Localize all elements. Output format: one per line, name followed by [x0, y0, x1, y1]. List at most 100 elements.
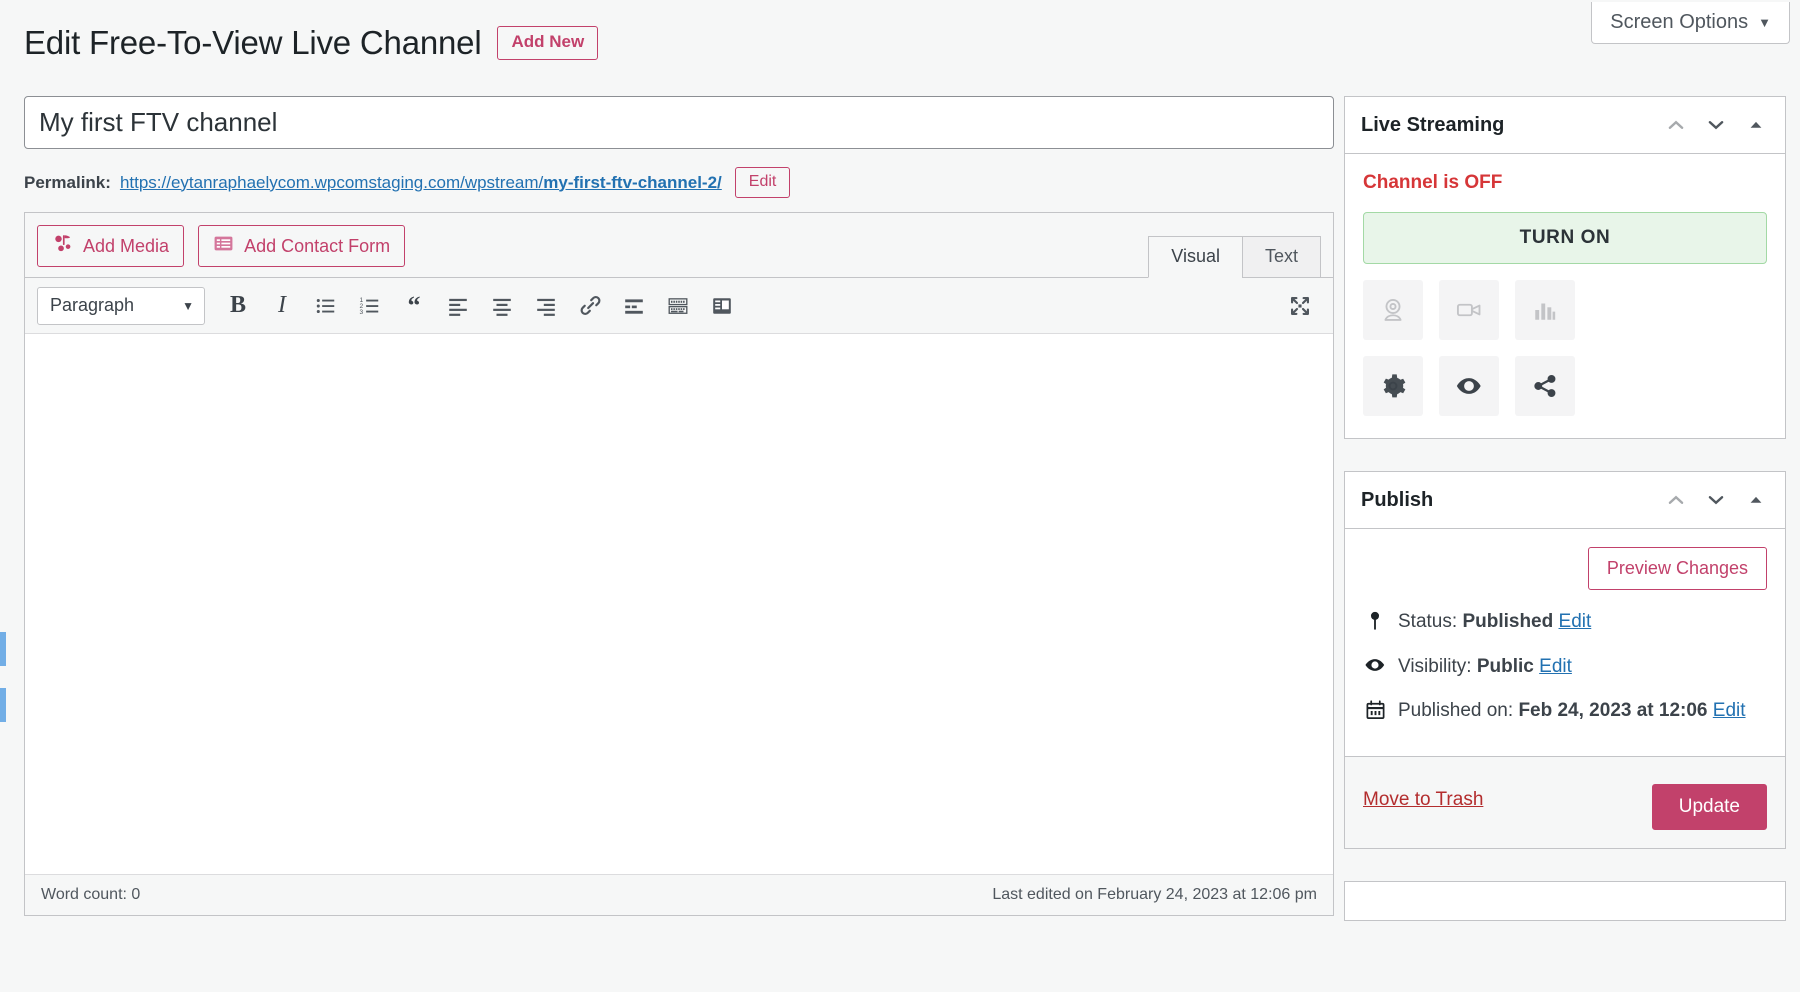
svg-text:3: 3 [360, 308, 364, 315]
move-down-icon[interactable] [1703, 487, 1729, 513]
align-right-icon[interactable] [527, 287, 565, 325]
read-more-icon[interactable] [615, 287, 653, 325]
align-center-icon[interactable] [483, 287, 521, 325]
edit-status-link[interactable]: Edit [1559, 611, 1592, 632]
sidebar-highlight-a [0, 632, 6, 666]
publish-header: Publish [1345, 472, 1785, 529]
tab-visual[interactable]: Visual [1148, 236, 1243, 278]
screen-options-label: Screen Options [1610, 11, 1748, 34]
paragraph-format-select[interactable]: Paragraph ▼ [37, 287, 205, 325]
calendar-icon [1363, 697, 1387, 721]
fullscreen-icon[interactable] [1281, 287, 1319, 325]
last-edited: Last edited on February 24, 2023 at 12:0… [992, 886, 1317, 904]
published-on-value: Feb 24, 2023 at 12:06 [1518, 700, 1707, 721]
page-title: Edit Free-To-View Live Channel [24, 24, 481, 62]
published-on-row: Published on: Feb 24, 2023 at 12:06 Edit [1363, 697, 1767, 725]
visibility-text: Visibility: Public Edit [1398, 653, 1572, 681]
media-icon [52, 233, 73, 259]
permalink-base: https://eytanraphaelycom.wpcomstaging.co… [120, 173, 543, 192]
add-media-button[interactable]: Add Media [37, 225, 184, 267]
editor-status-bar: Word count: 0 Last edited on February 24… [25, 874, 1333, 915]
bold-icon[interactable]: B [219, 287, 257, 325]
visibility-label: Visibility: [1398, 656, 1472, 677]
toolbar-toggle-icon[interactable] [659, 287, 697, 325]
status-text: Status: Published Edit [1398, 608, 1591, 636]
live-streaming-title: Live Streaming [1361, 114, 1504, 137]
add-contact-form-button[interactable]: Add Contact Form [198, 225, 405, 267]
published-on-label: Published on: [1398, 700, 1513, 721]
eye-icon [1363, 653, 1387, 675]
visibility-row: Visibility: Public Edit [1363, 653, 1767, 681]
add-media-label: Add Media [83, 236, 169, 257]
edit-published-on-link[interactable]: Edit [1713, 700, 1746, 721]
add-new-button[interactable]: Add New [497, 26, 598, 60]
streaming-tools-grid [1363, 280, 1767, 416]
publish-title: Publish [1361, 489, 1433, 512]
publish-panel: Publish Preview Changes [1344, 471, 1786, 849]
admin-sidebar-edge [0, 0, 8, 992]
published-on-text: Published on: Feb 24, 2023 at 12:06 Edit [1398, 697, 1746, 725]
camcorder-icon[interactable] [1439, 280, 1499, 340]
status-label: Status: [1398, 611, 1457, 632]
page-heading-row: Edit Free-To-View Live Channel Add New [24, 24, 598, 62]
word-count: Word count: 0 [41, 886, 140, 904]
live-streaming-panel: Live Streaming Channel is OFF TURN ON [1344, 96, 1786, 439]
status-value: Published [1462, 611, 1553, 632]
channel-status-text: Channel is OFF [1363, 172, 1767, 194]
toggle-panel-icon[interactable] [1743, 112, 1769, 138]
editor-content-area[interactable] [25, 334, 1333, 874]
live-streaming-body: Channel is OFF TURN ON [1345, 154, 1785, 438]
paragraph-format-value: Paragraph [50, 295, 134, 316]
align-left-icon[interactable] [439, 287, 477, 325]
permalink-row: Permalink: https://eytanraphaelycom.wpco… [24, 167, 1334, 198]
post-editor: Add Media Add Conta [24, 212, 1334, 916]
edit-visibility-link[interactable]: Edit [1539, 656, 1572, 677]
page-break-icon[interactable] [703, 287, 741, 325]
chevron-down-icon: ▼ [182, 299, 194, 313]
panel-controls [1663, 487, 1769, 513]
chevron-down-icon: ▼ [1758, 16, 1771, 29]
update-button[interactable]: Update [1652, 784, 1767, 830]
move-up-icon[interactable] [1663, 487, 1689, 513]
preview-changes-button[interactable]: Preview Changes [1588, 547, 1767, 590]
turn-on-button[interactable]: TURN ON [1363, 212, 1767, 264]
status-row: Status: Published Edit [1363, 608, 1767, 636]
media-buttons-bar: Add Media Add Conta [25, 213, 1333, 278]
pin-icon [1363, 608, 1387, 632]
main-content-column: Permalink: https://eytanraphaelycom.wpco… [24, 96, 1334, 916]
settings-gear-icon[interactable] [1363, 356, 1423, 416]
permalink-slug: my-first-ftv-channel-2/ [543, 173, 722, 192]
move-up-icon[interactable] [1663, 112, 1689, 138]
numbered-list-icon[interactable]: 1 2 3 [351, 287, 389, 325]
panel-controls [1663, 112, 1769, 138]
sidebar-highlight-b [0, 688, 6, 722]
contact-form-icon [213, 233, 234, 259]
edit-permalink-button[interactable]: Edit [735, 167, 791, 198]
publish-body: Preview Changes Status: Published Edit [1345, 529, 1785, 756]
editor-mode-tabs: Visual Text [1149, 236, 1321, 278]
add-contact-form-label: Add Contact Form [244, 236, 390, 257]
bulleted-list-icon[interactable] [307, 287, 345, 325]
preview-eye-icon[interactable] [1439, 356, 1499, 416]
next-panel-stub [1344, 881, 1786, 921]
live-streaming-header: Live Streaming [1345, 97, 1785, 154]
insert-link-icon[interactable] [571, 287, 609, 325]
editor-toolbar: Paragraph ▼ B I 1 2 3 [25, 278, 1333, 334]
tab-text[interactable]: Text [1242, 236, 1321, 278]
permalink-label: Permalink: [24, 173, 111, 193]
italic-icon[interactable]: I [263, 287, 301, 325]
screen-options-toggle[interactable]: Screen Options ▼ [1591, 2, 1790, 44]
blockquote-icon[interactable]: “ [395, 287, 433, 325]
wp-admin-edit-post-screen: Screen Options ▼ Edit Free-To-View Live … [0, 0, 1800, 992]
statistics-icon[interactable] [1515, 280, 1575, 340]
webcam-icon[interactable] [1363, 280, 1423, 340]
toggle-panel-icon[interactable] [1743, 487, 1769, 513]
visibility-value: Public [1477, 656, 1534, 677]
permalink-link[interactable]: https://eytanraphaelycom.wpcomstaging.co… [120, 173, 722, 193]
share-icon[interactable] [1515, 356, 1575, 416]
move-down-icon[interactable] [1703, 112, 1729, 138]
move-to-trash-link[interactable]: Move to Trash [1363, 789, 1483, 811]
post-title-input[interactable] [24, 96, 1334, 149]
publish-footer: Move to Trash Update [1345, 756, 1785, 848]
preview-row: Preview Changes [1363, 547, 1767, 590]
